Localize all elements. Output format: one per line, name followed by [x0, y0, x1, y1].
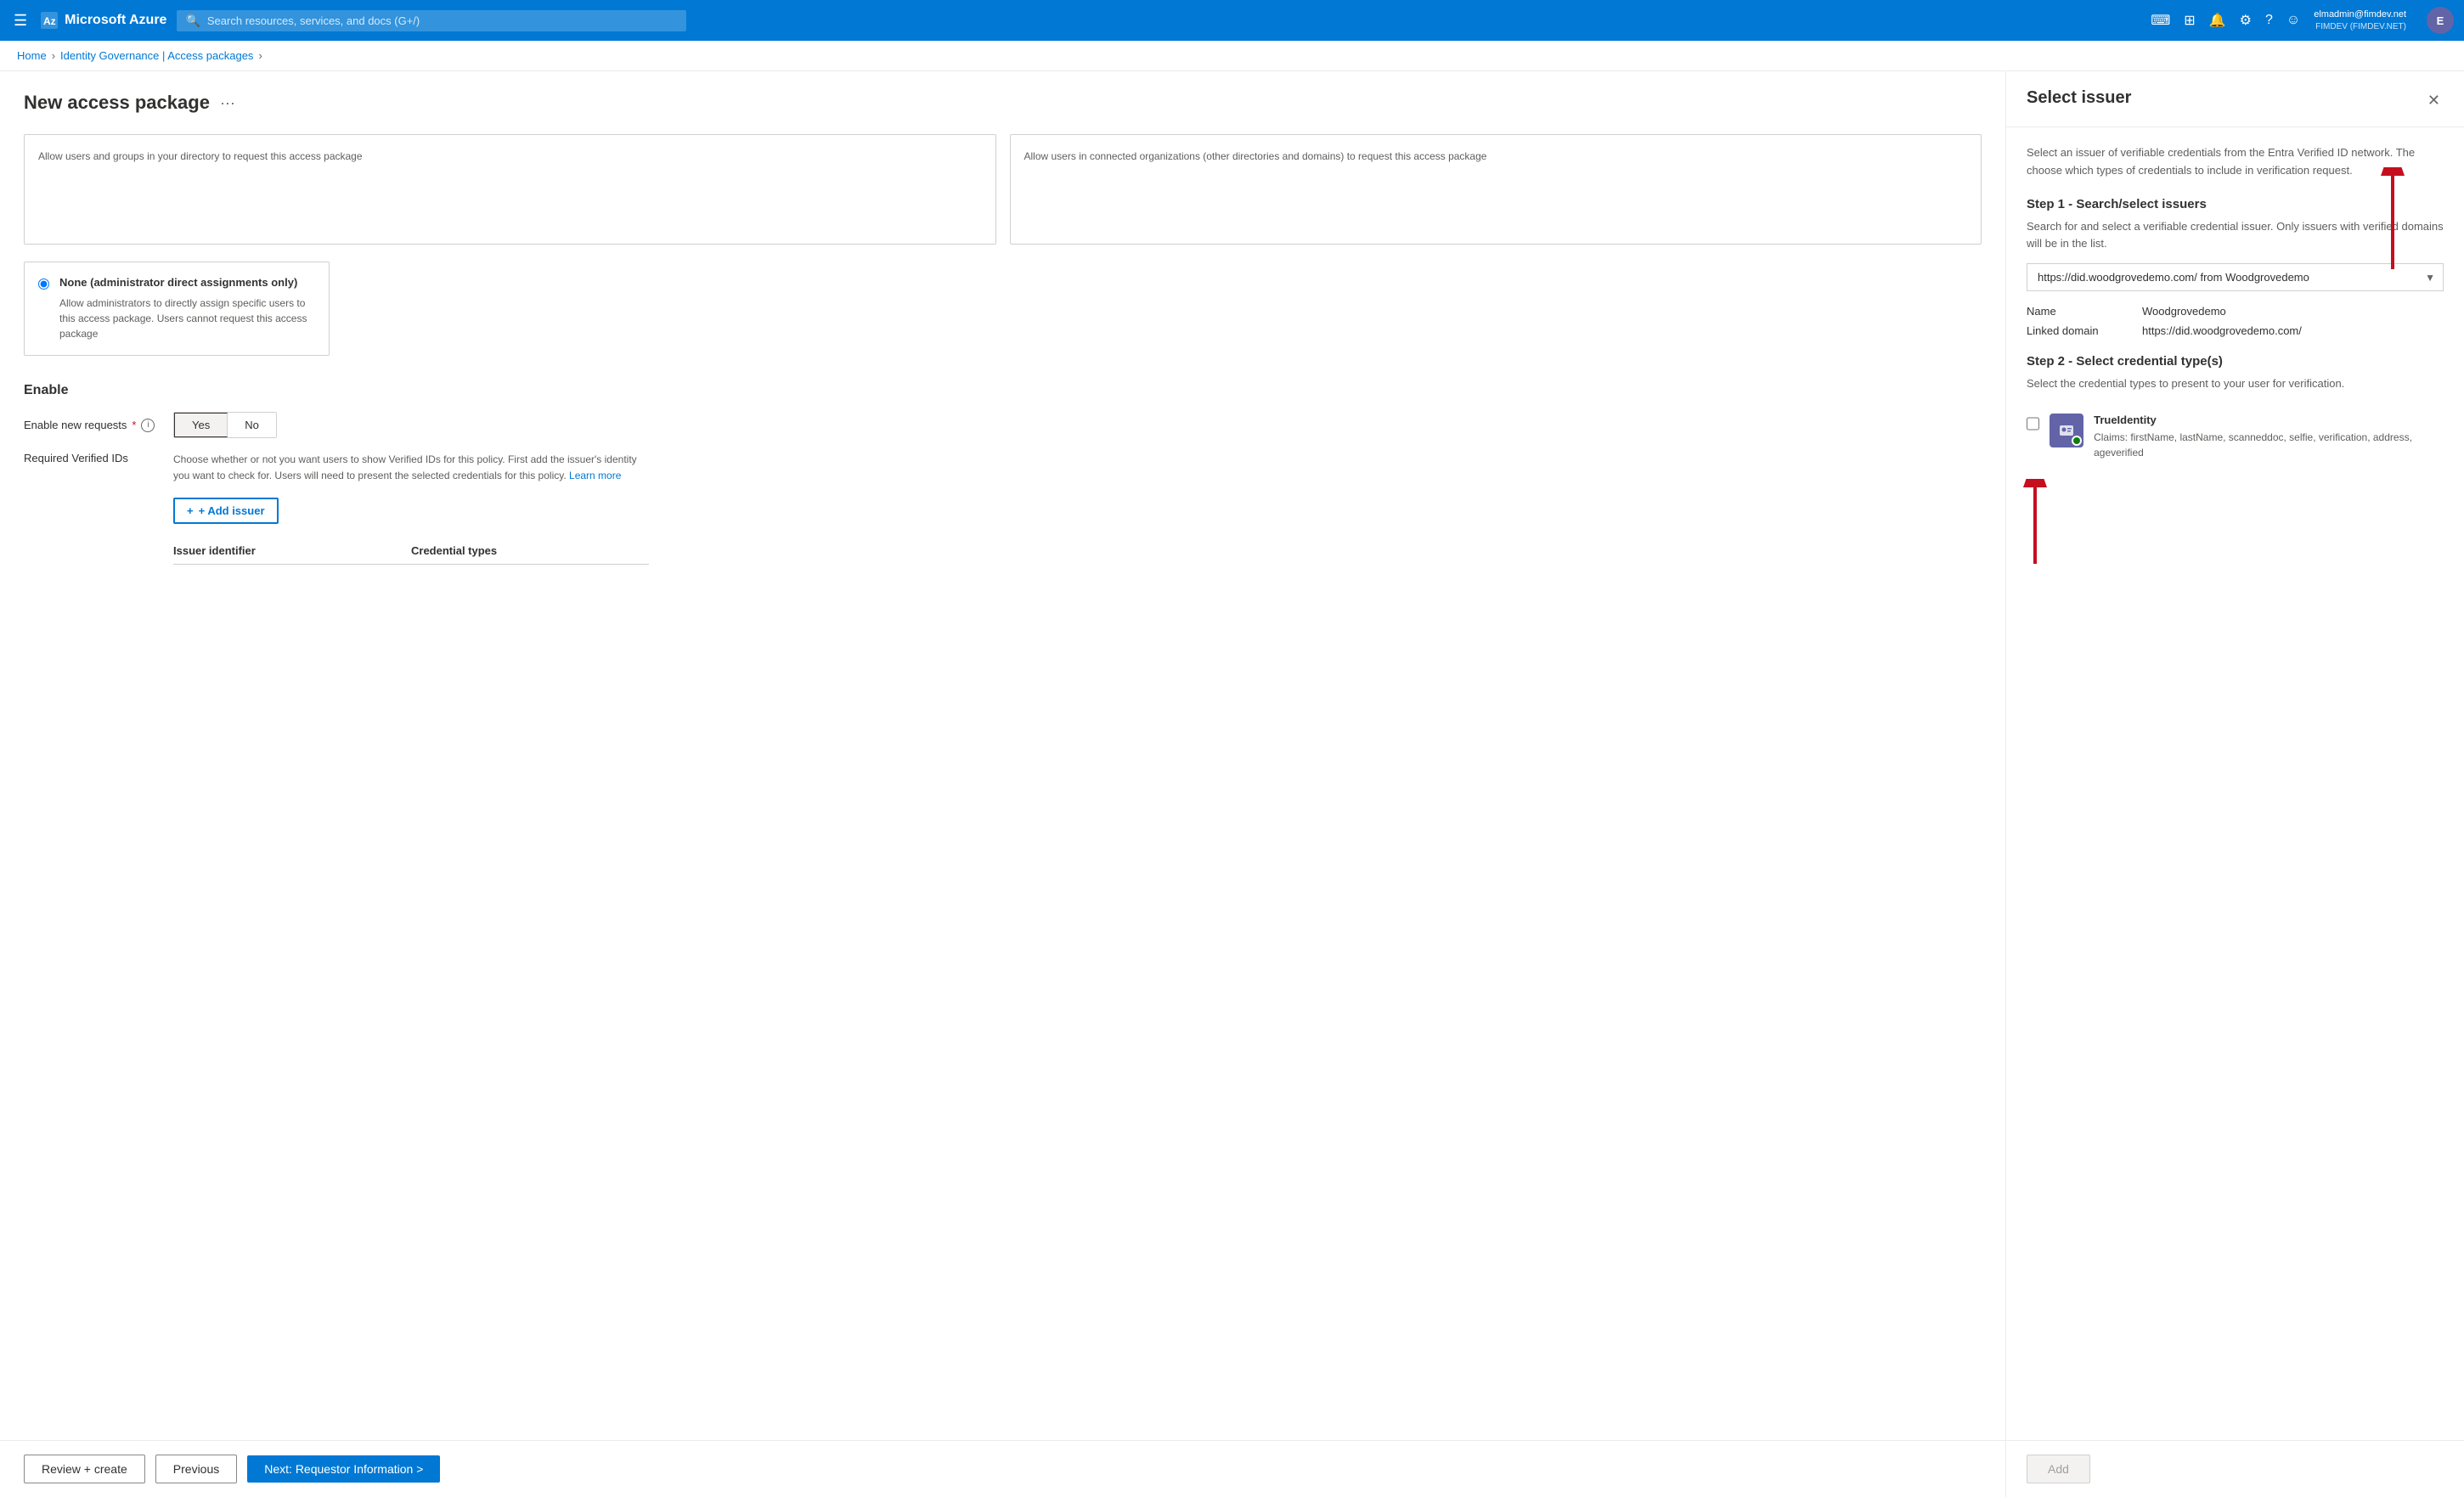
page-layout: Home › Identity Governance | Access pack…: [0, 41, 2464, 1497]
enable-requests-row: Enable new requests * i Yes No: [24, 412, 1982, 438]
page-title-row: New access package ···: [24, 92, 1982, 114]
admin-card-content: None (administrator direct assignments o…: [59, 276, 315, 341]
info-domain-row: Linked domain https://did.woodgrovedemo.…: [2027, 324, 2444, 337]
admin-radio[interactable]: [38, 279, 49, 290]
table-header: Issuer identifier Credential types: [173, 537, 649, 565]
card-directory-desc: Allow users and groups in your directory…: [38, 149, 982, 164]
credential-claims: Claims: firstName, lastName, scanneddoc,…: [2094, 430, 2444, 460]
issuer-info-table: Name Woodgrovedemo Linked domain https:/…: [2027, 305, 2444, 337]
card-connected-orgs[interactable]: Allow users in connected organizations (…: [1010, 134, 1982, 245]
cloud-shell-icon[interactable]: ⌨: [2151, 12, 2170, 29]
user-info: elmadmin@fimdev.net FIMDEV (FIMDEV.NET): [2314, 8, 2406, 31]
breadcrumb-governance[interactable]: Identity Governance | Access packages: [60, 49, 253, 62]
credential-icon: [2050, 414, 2083, 447]
step2-title: Step 2 - Select credential type(s): [2027, 354, 2444, 369]
name-value: Woodgrovedemo: [2142, 305, 2226, 318]
spacer: [2027, 470, 2444, 555]
plus-icon: +: [187, 504, 194, 517]
flyout-header: Select issuer ✕: [2006, 71, 2464, 127]
breadcrumb-home[interactable]: Home: [17, 49, 47, 62]
search-bar[interactable]: 🔍: [177, 10, 686, 31]
col-issuer-identifier: Issuer identifier: [173, 544, 411, 557]
top-navigation: ☰ Az Microsoft Azure 🔍 ⌨ ⊞ 🔔 ⚙ ? ☺ elmad…: [0, 0, 2464, 41]
left-panel: New access package ··· Allow users and g…: [0, 71, 2005, 1497]
flyout-footer: Add: [2006, 1440, 2464, 1497]
required-star: *: [132, 419, 136, 431]
step2-desc: Select the credential types to present t…: [2027, 375, 2444, 393]
notifications-icon[interactable]: 🔔: [2209, 12, 2226, 29]
bottom-bar: Review + create Previous Next: Requestor…: [0, 1440, 2005, 1497]
select-issuer-flyout: Select issuer ✕ Select an issuer of veri…: [2005, 71, 2464, 1497]
credential-info: TrueIdentity Claims: firstName, lastName…: [2094, 414, 2444, 460]
no-button[interactable]: No: [228, 413, 276, 437]
name-label: Name: [2027, 305, 2129, 318]
arrow-svg-1: [2359, 167, 2427, 269]
credential-name: TrueIdentity: [2094, 414, 2444, 426]
info-icon[interactable]: i: [141, 419, 155, 432]
domain-value: https://did.woodgrovedemo.com/: [2142, 324, 2302, 337]
verified-ids-content: Choose whether or not you want users to …: [173, 452, 649, 565]
admin-card[interactable]: None (administrator direct assignments o…: [24, 262, 330, 356]
previous-button[interactable]: Previous: [155, 1455, 237, 1483]
flyout-body: Select an issuer of verifiable credentia…: [2006, 127, 2464, 1440]
avatar[interactable]: E: [2427, 7, 2454, 34]
portal-settings-icon[interactable]: ⊞: [2184, 12, 2195, 29]
card-directory-users[interactable]: Allow users and groups in your directory…: [24, 134, 996, 245]
credential-item: TrueIdentity Claims: firstName, lastName…: [2027, 403, 2444, 470]
page-title: New access package: [24, 92, 210, 114]
review-create-button[interactable]: Review + create: [24, 1455, 145, 1483]
help-icon[interactable]: ?: [2265, 13, 2273, 28]
verified-ids-row: Required Verified IDs Choose whether or …: [24, 452, 1982, 565]
admin-card-title: None (administrator direct assignments o…: [59, 276, 315, 289]
settings-icon[interactable]: ⚙: [2240, 12, 2252, 29]
next-button[interactable]: Next: Requestor Information >: [247, 1455, 440, 1483]
bottom-bar-container: Review + create Previous Next: Requestor…: [0, 1440, 2005, 1497]
learn-more-link[interactable]: Learn more: [569, 470, 621, 481]
card-connected-desc: Allow users in connected organizations (…: [1024, 149, 1968, 164]
hamburger-menu[interactable]: ☰: [10, 8, 31, 33]
add-issuer-button[interactable]: + + Add issuer: [173, 498, 279, 524]
credential-status-badge: [2072, 436, 2082, 446]
add-button[interactable]: Add: [2027, 1455, 2090, 1483]
cards-row: Allow users and groups in your directory…: [24, 134, 1982, 245]
feedback-icon[interactable]: ☺: [2286, 13, 2300, 28]
yes-no-toggle[interactable]: Yes No: [173, 412, 277, 438]
info-name-row: Name Woodgrovedemo: [2027, 305, 2444, 318]
enable-requests-label: Enable new requests * i: [24, 419, 160, 432]
azure-icon: Az: [41, 12, 58, 29]
svg-text:Az: Az: [43, 15, 56, 27]
enable-section-title: Enable: [24, 383, 1982, 398]
app-logo: Az Microsoft Azure: [41, 12, 166, 29]
verified-ids-label: Required Verified IDs: [24, 452, 160, 464]
yes-button[interactable]: Yes: [174, 413, 228, 437]
verified-ids-desc: Choose whether or not you want users to …: [173, 452, 649, 484]
breadcrumb-sep1: ›: [52, 49, 55, 62]
arrow-svg-2: [2010, 479, 2061, 564]
more-options-icon[interactable]: ···: [220, 94, 235, 112]
col-credential-types: Credential types: [411, 544, 649, 557]
breadcrumb-sep2: ›: [258, 49, 262, 62]
domain-label: Linked domain: [2027, 324, 2129, 337]
nav-icons: ⌨ ⊞ 🔔 ⚙ ? ☺ elmadmin@fimdev.net FIMDEV (…: [2151, 7, 2454, 34]
breadcrumb: Home › Identity Governance | Access pack…: [0, 41, 2464, 71]
credential-checkbox[interactable]: [2027, 417, 2039, 431]
admin-card-desc: Allow administrators to directly assign …: [59, 295, 315, 341]
flyout-close-button[interactable]: ✕: [2424, 88, 2444, 113]
enable-section: Enable Enable new requests * i Yes No Re…: [24, 383, 1982, 565]
flyout-title: Select issuer: [2027, 88, 2131, 108]
search-icon: 🔍: [185, 14, 200, 28]
main-container: New access package ··· Allow users and g…: [0, 71, 2464, 1497]
search-input[interactable]: [207, 14, 679, 27]
